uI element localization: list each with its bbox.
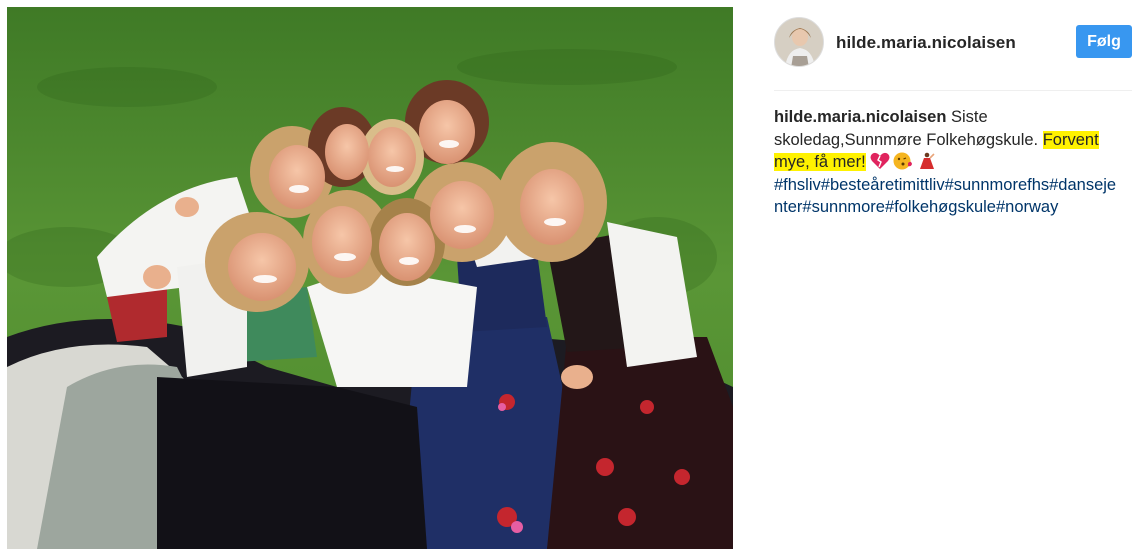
post-caption: hilde.maria.nicolaisen Siste skoledag,Su… xyxy=(774,106,1119,219)
post-photo[interactable] xyxy=(7,7,733,549)
caption-username[interactable]: hilde.maria.nicolaisen xyxy=(774,108,946,126)
header-username[interactable]: hilde.maria.nicolaisen xyxy=(836,33,1016,53)
avatar-image xyxy=(775,18,823,66)
group-photo-illustration xyxy=(7,7,733,549)
heart-broken-emoji-icon xyxy=(870,152,890,170)
post-sidebar: hilde.maria.nicolaisen Følg hilde.maria.… xyxy=(774,0,1132,549)
caption-hashtags[interactable]: #fhsliv#besteåretimittliv#sunnmorefhs#da… xyxy=(774,174,1119,219)
avatar[interactable] xyxy=(774,17,824,67)
header-divider xyxy=(774,90,1132,91)
kissing-face-emoji-icon xyxy=(893,152,913,170)
post-header: hilde.maria.nicolaisen Følg xyxy=(774,17,1132,67)
follow-button[interactable]: Følg xyxy=(1076,25,1132,58)
post-view: hilde.maria.nicolaisen Følg hilde.maria.… xyxy=(0,0,1132,549)
dancer-emoji-icon xyxy=(916,152,936,170)
